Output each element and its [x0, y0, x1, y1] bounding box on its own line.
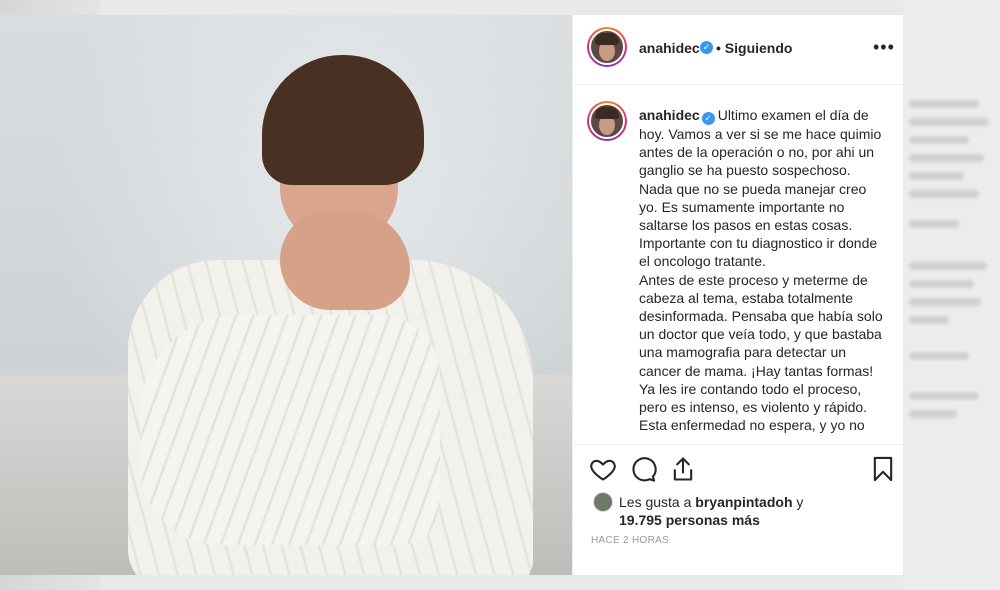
likes-count[interactable]: 19.795 personas más: [619, 512, 760, 528]
follow-status[interactable]: • Siguiendo: [716, 40, 792, 56]
post-photo[interactable]: [0, 15, 572, 575]
action-bar: [573, 453, 904, 487]
caption-username[interactable]: anahidec: [639, 107, 700, 123]
background-right-blurred: [903, 0, 1000, 590]
caption-avatar[interactable]: [587, 101, 627, 141]
bookmark-icon[interactable]: [869, 455, 897, 483]
comment-icon[interactable]: [629, 455, 657, 483]
post-side-panel: anahidec ✓ • Siguiendo ••• anahidec ✓ Ulti…: [572, 15, 904, 575]
more-options-icon[interactable]: •••: [873, 37, 895, 58]
verified-badge-icon: ✓: [700, 41, 713, 54]
liker-avatar[interactable]: [593, 492, 613, 512]
share-icon[interactable]: [669, 455, 697, 483]
post-timestamp[interactable]: HACE 2 HORAS: [591, 535, 669, 546]
verified-badge-icon: ✓: [701, 112, 715, 125]
avatar[interactable]: [587, 27, 627, 67]
heart-icon[interactable]: [589, 455, 617, 483]
header-username[interactable]: anahidec: [639, 40, 700, 56]
caption-body: Ultimo examen el día de hoy. Vamos a ver…: [639, 107, 883, 434]
post-header: anahidec ✓ • Siguiendo •••: [573, 15, 904, 85]
caption-section: anahidec ✓ Ultimo examen el día de hoy. Va…: [573, 85, 904, 445]
caption-text: anahidec ✓ Ultimo examen el día de hoy. Va…: [639, 106, 884, 434]
likes-line: Les gusta a bryanpintadoh y: [619, 494, 804, 510]
liker-username[interactable]: bryanpintadoh: [695, 494, 792, 510]
screenshot-stage: anahidec ✓ • Siguiendo ••• anahidec ✓ Ulti…: [0, 0, 1000, 590]
